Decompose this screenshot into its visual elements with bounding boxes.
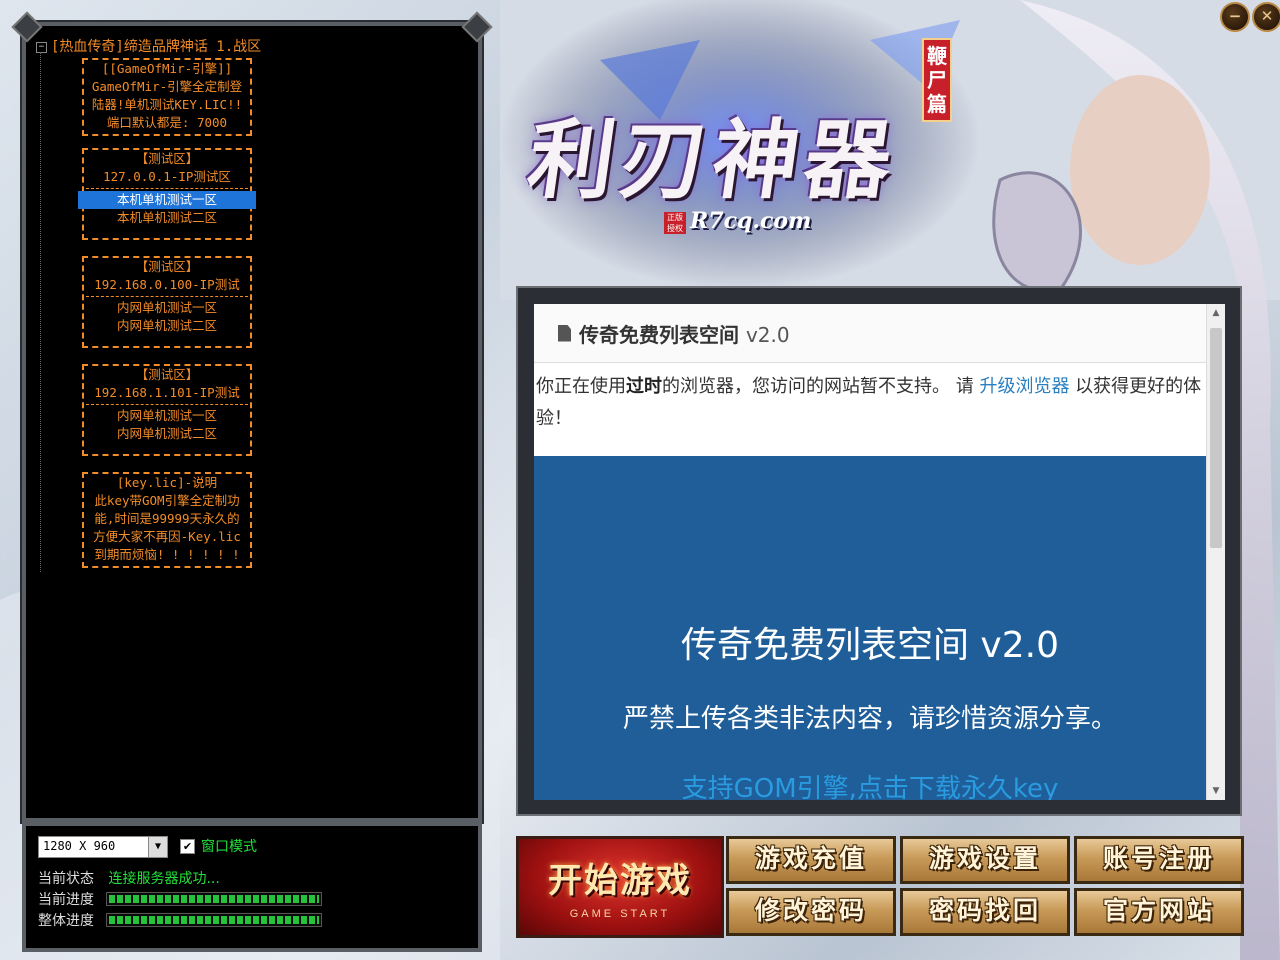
site-title: 传奇免费列表空间 v2.0: [579, 319, 790, 348]
game-logo-subtitle: 鞭尸篇: [922, 38, 952, 122]
server-list-panel: − [热血传奇]缔造品牌神话 1.战区 [[GameOfMir-引擎]] Game…: [11, 11, 493, 822]
hero-notice: 严禁上传各类非法内容，请珍惜资源分享。: [622, 704, 1117, 734]
status-text: 连接服务器成功...: [108, 871, 220, 887]
server-group-192-168-1-101: 【测试区】 192.168.1.101-IP测试 内网单机测试一区 内网单机测试…: [82, 364, 252, 456]
group-title: 127.0.0.1-IP测试区: [103, 169, 231, 184]
status-label: 当前状态: [38, 871, 94, 887]
change-password-button[interactable]: 修改密码: [726, 888, 896, 936]
group-header: 【测试区】: [135, 367, 199, 382]
window-controls: − ✕: [1220, 2, 1280, 32]
browser-header: 传奇免费列表空间 v2.0: [534, 304, 1224, 363]
divider: [86, 188, 248, 189]
window-mode-checkbox[interactable]: ✔ 窗口模式: [180, 836, 257, 856]
recharge-button[interactable]: 游戏充值: [726, 836, 896, 884]
info-line: 陆器!单机测试KEY.LIC!!: [91, 97, 243, 112]
start-game-label: 开始游戏: [548, 861, 692, 901]
current-progress-bar: [106, 892, 322, 906]
engine-info-box: [[GameOfMir-引擎]] GameOfMir-引擎全定制登 陆器!单机测…: [82, 58, 252, 136]
notice-text: 的浏览器，您访问的网站暂不支持。 请: [662, 376, 980, 397]
group-header: [key.lic]-说明: [116, 475, 218, 490]
group-title: 192.168.1.101-IP测试: [94, 385, 240, 400]
info-line: GameOfMir-引擎全定制登: [91, 79, 243, 94]
notice-text: 你正在使用: [536, 376, 626, 397]
group-title: 192.168.0.100-IP测试: [94, 277, 240, 292]
embedded-browser: 传奇免费列表空间 v2.0 你正在使用过时的浏览器，您访问的网站暂不支持。 请 …: [534, 304, 1224, 800]
document-icon: [558, 324, 571, 342]
server-item-lan-1[interactable]: 内网单机测试一区: [86, 407, 248, 425]
overall-progress-fill: [109, 916, 319, 924]
hero-title: 传奇免费列表空间 v2.0: [680, 625, 1059, 666]
scrollbar-thumb[interactable]: [1210, 328, 1222, 548]
official-site-button[interactable]: 官方网站: [1074, 888, 1244, 936]
download-key-link[interactable]: 支持GOM引擎,点击下载永久key: [534, 768, 1206, 800]
authorized-badge: 正版授权: [664, 212, 686, 234]
current-progress-label: 当前进度: [38, 892, 94, 908]
tree-guide-line: [40, 52, 42, 572]
recover-password-button[interactable]: 密码找回: [900, 888, 1070, 936]
server-item-local-2[interactable]: 本机单机测试二区: [86, 209, 248, 227]
overall-progress-label: 整体进度: [38, 913, 94, 929]
group-header: 【测试区】: [135, 259, 199, 274]
chevron-down-icon[interactable]: ▼: [148, 837, 167, 857]
info-line: 方便大家不再因-Key.lic: [93, 529, 241, 544]
key-info-box: [key.lic]-说明 此key带GOM引擎全定制功 能,时间是99999天永…: [82, 472, 252, 568]
resolution-select[interactable]: 1280 X 960 ▼: [38, 836, 168, 858]
server-item-lan-1[interactable]: 内网单机测试一区: [86, 299, 248, 317]
server-item-local-1[interactable]: 本机单机测试一区: [78, 191, 256, 209]
scroll-up-icon[interactable]: ▲: [1207, 304, 1225, 322]
server-item-lan-2[interactable]: 内网单机测试二区: [86, 425, 248, 443]
checkbox-check-icon[interactable]: ✔: [180, 838, 195, 854]
info-line: 能,时间是99999天永久的: [94, 511, 240, 526]
overall-progress-bar: [106, 913, 322, 927]
outdated-browser-notice: 你正在使用过时的浏览器，您访问的网站暂不支持。 请 升级浏览器 以获得更好的体验…: [534, 363, 1224, 435]
server-tree-root[interactable]: − [热血传奇]缔造品牌神话 1.战区: [36, 36, 261, 56]
scroll-down-icon[interactable]: ▼: [1207, 782, 1225, 800]
game-settings-button[interactable]: 游戏设置: [900, 836, 1070, 884]
game-logo-site: R7cq.com: [690, 208, 812, 234]
notice-bold: 过时: [626, 376, 662, 397]
status-row: 当前状态 连接服务器成功...: [38, 868, 220, 888]
window-mode-label: 窗口模式: [201, 839, 257, 855]
info-line: 端口默认都是: 7000: [106, 115, 228, 130]
info-line: 此key带GOM引擎全定制功: [94, 493, 240, 508]
divider: [86, 296, 248, 297]
status-panel: 1280 X 960 ▼ ✔ 窗口模式 当前状态 连接服务器成功... 当前进度…: [22, 822, 482, 952]
server-group-192-168-0-100: 【测试区】 192.168.0.100-IP测试 内网单机测试一区 内网单机测试…: [82, 256, 252, 348]
server-group-127: 【测试区】 127.0.0.1-IP测试区 本机单机测试一区 本机单机测试二区: [78, 148, 256, 240]
resolution-value: 1280 X 960: [43, 839, 116, 853]
info-line: 到期而烦恼! ! ! ! ! !: [94, 547, 240, 562]
server-tree-root-label: [热血传奇]缔造品牌神话 1.战区: [51, 39, 262, 55]
game-logo-title: 利刃神器: [521, 110, 904, 211]
collapse-icon[interactable]: −: [36, 41, 47, 53]
site-title-text: 传奇免费列表空间: [579, 322, 739, 347]
hero-section: 传奇免费列表空间 v2.0 严禁上传各类非法内容，请珍惜资源分享。 支持GOM引…: [534, 456, 1206, 800]
divider: [86, 404, 248, 405]
start-game-sublabel: GAME START: [569, 908, 671, 920]
start-game-button[interactable]: 开始游戏 GAME START: [516, 836, 724, 938]
group-header: 【测试区】: [135, 151, 199, 166]
upgrade-browser-link[interactable]: 升级浏览器: [979, 376, 1069, 397]
current-progress-fill: [109, 895, 319, 903]
server-item-lan-2[interactable]: 内网单机测试二区: [86, 317, 248, 335]
info-line: [[GameOfMir-引擎]]: [101, 61, 233, 76]
site-version: v2.0: [745, 322, 790, 347]
register-account-button[interactable]: 账号注册: [1074, 836, 1244, 884]
minimize-button[interactable]: −: [1220, 2, 1250, 32]
browser-scrollbar[interactable]: ▲ ▼: [1206, 304, 1225, 800]
close-button[interactable]: ✕: [1252, 2, 1280, 32]
